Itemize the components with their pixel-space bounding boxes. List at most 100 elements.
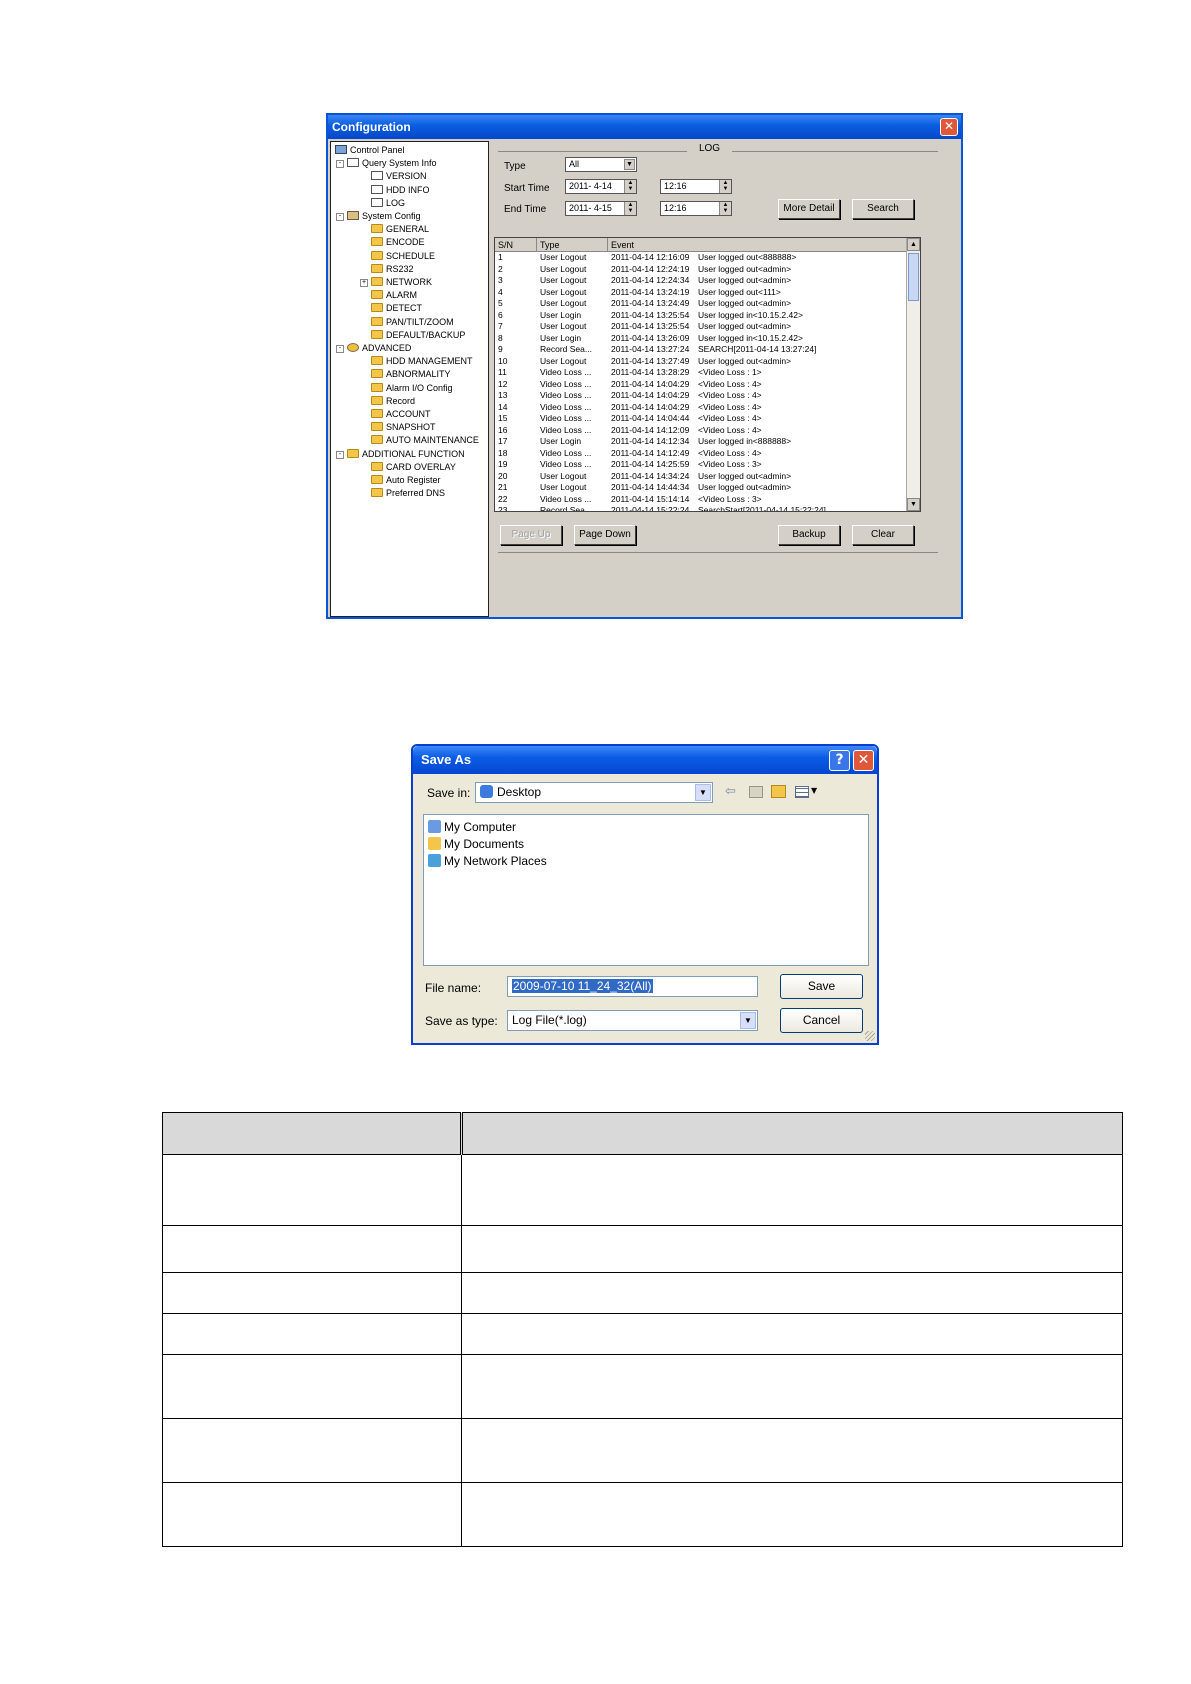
table-row[interactable]: 4 User Logout 2011-04-14 13:24:19 User logg… (495, 287, 907, 299)
tree-item-auto-register[interactable]: Auto Register (371, 474, 441, 487)
close-icon[interactable]: ✕ (853, 750, 874, 771)
tree-item-auto-maintenance[interactable]: AUTO MAINTENANCE (371, 434, 479, 447)
views-chevron-icon[interactable]: ▼ (811, 786, 817, 795)
save-as-title-bar[interactable]: Save As ? ✕ (413, 746, 877, 774)
column-header-type[interactable]: Type (537, 238, 608, 252)
start-time-field[interactable]: 12:16 ▲ ▼ (660, 179, 732, 194)
table-row[interactable]: 17 User Login 2011-04-14 14:12:34 User logg… (495, 436, 907, 448)
tree-item-alarm[interactable]: ALARM (371, 289, 417, 302)
tree-item-schedule[interactable]: SCHEDULE (371, 250, 435, 263)
table-row[interactable]: 2 User Logout 2011-04-14 12:24:19 User logg… (495, 264, 907, 276)
table-row[interactable]: 16 Video Loss ... 2011-04-14 14:12:09 <Vide… (495, 425, 907, 437)
table-row[interactable]: 12 Video Loss ... 2011-04-14 14:04:29 <Vide… (495, 379, 907, 391)
table-row[interactable]: 13 Video Loss ... 2011-04-14 14:04:29 <Vide… (495, 390, 907, 402)
tree-item-pan-tilt-zoom[interactable]: PAN/TILT/ZOOM (371, 316, 454, 329)
table-row[interactable]: 20 User Logout 2011-04-14 14:34:24 User log… (495, 471, 907, 483)
table-row[interactable]: 23 Record Sea... 2011-04-14 15:22:24 Search… (495, 505, 907, 511)
tree-item-general[interactable]: GENERAL (371, 223, 429, 236)
table-row[interactable]: 6 User Login 2011-04-14 13:25:54 User logge… (495, 310, 907, 322)
spinner-icon[interactable]: ▲ ▼ (719, 180, 731, 193)
tree-item-detect[interactable]: DETECT (371, 302, 422, 315)
tree-item-version[interactable]: VERSION (371, 170, 427, 183)
tree-item-advanced[interactable]: ADVANCED (347, 342, 411, 355)
table-row[interactable]: 7 User Logout 2011-04-14 13:25:54 User logg… (495, 321, 907, 333)
save-button[interactable]: Save (780, 974, 863, 999)
table-row[interactable]: 9 Record Sea... 2011-04-14 13:27:24 SEARCH[… (495, 344, 907, 356)
spinner-icon[interactable]: ▲ ▼ (624, 202, 636, 215)
column-header-sn[interactable]: S/N (495, 238, 537, 252)
tree-item-hdd-management[interactable]: HDD MANAGEMENT (371, 355, 473, 368)
table-row[interactable]: 5 User Logout 2011-04-14 13:24:49 User logg… (495, 298, 907, 310)
collapse-icon[interactable]: - (336, 213, 344, 221)
chevron-down-icon[interactable]: ▼ (695, 784, 711, 801)
list-item[interactable]: My Documents (428, 836, 524, 853)
search-button[interactable]: Search (852, 199, 914, 219)
views-menu-icon[interactable] (795, 786, 809, 798)
table-row[interactable]: 21 User Logout 2011-04-14 14:44:34 User log… (495, 482, 907, 494)
tree-item-system-config[interactable]: System Config (347, 210, 421, 223)
tree-item-query-system-info[interactable]: Query System Info (347, 157, 437, 170)
scroll-thumb[interactable] (908, 253, 919, 301)
table-row[interactable]: 8 User Login 2011-04-14 13:26:09 User logge… (495, 333, 907, 345)
table-row[interactable]: 19 Video Loss ... 2011-04-14 14:25:59 <Vide… (495, 459, 907, 471)
tree-item-preferred-dns[interactable]: Preferred DNS (371, 487, 445, 500)
collapse-icon[interactable]: - (336, 450, 344, 459)
tree-item-abnormality[interactable]: ABNORMALITY (371, 368, 451, 381)
start-date-field[interactable]: 2011- 4-14 ▲ ▼ (565, 179, 637, 194)
save-type-select[interactable]: Log File(*.log) ▼ (507, 1010, 758, 1031)
collapse-icon[interactable]: - (336, 160, 344, 169)
scroll-up-icon[interactable]: ▲ (907, 238, 920, 251)
table-row[interactable]: 11 Video Loss ... 2011-04-14 13:28:29 <Vide… (495, 367, 907, 379)
scroll-down-icon[interactable]: ▼ (907, 498, 920, 511)
list-item[interactable]: My Computer (428, 819, 516, 836)
file-name-input[interactable]: 2009-07-10 11_24_32(All) (507, 976, 758, 997)
resize-grip-icon[interactable] (865, 1031, 875, 1041)
clear-button[interactable]: Clear (852, 525, 914, 545)
backup-button[interactable]: Backup (778, 525, 840, 545)
table-row[interactable]: 18 Video Loss ... 2011-04-14 14:12:49 <Vide… (495, 448, 907, 460)
tree-item-rs232[interactable]: RS232 (371, 263, 414, 276)
chevron-down-icon[interactable]: ▼ (624, 159, 635, 170)
chevron-down-icon[interactable]: ▼ (740, 1012, 756, 1029)
table-row[interactable]: 14 Video Loss ... 2011-04-14 14:04:29 <Vide… (495, 402, 907, 414)
end-date-field[interactable]: 2011- 4-15 ▲ ▼ (565, 201, 637, 216)
spinner-icon[interactable]: ▲ ▼ (719, 202, 731, 215)
close-icon[interactable]: ✕ (940, 118, 958, 136)
tree-item-record[interactable]: Record (371, 395, 415, 408)
table-row[interactable]: 15 Video Loss ... 2011-04-14 14:04:44 <Vide… (495, 413, 907, 425)
configuration-title-bar[interactable]: Configuration ✕ (328, 115, 961, 139)
back-icon[interactable]: ⇦ (725, 784, 736, 799)
tree-item-additional-function[interactable]: ADDITIONAL FUNCTION (347, 448, 465, 461)
tree-item-hdd-info[interactable]: HDD INFO (371, 184, 430, 197)
vertical-scrollbar[interactable]: ▲ ▼ (906, 238, 920, 511)
table-row[interactable]: 10 User Logout 2011-04-14 13:27:49 User log… (495, 356, 907, 368)
page-up-button[interactable]: Page Up (500, 525, 562, 545)
up-folder-icon[interactable] (749, 786, 763, 798)
folder-icon (371, 409, 383, 418)
more-detail-button[interactable]: More Detail (778, 199, 840, 219)
tree-item-log[interactable]: LOG (371, 197, 405, 210)
end-time-field[interactable]: 12:16 ▲ ▼ (660, 201, 732, 216)
help-icon[interactable]: ? (829, 750, 850, 771)
collapse-icon[interactable]: - (336, 345, 344, 353)
tree-item-control-panel[interactable]: Control Panel (335, 144, 405, 157)
tree-item-default-backup[interactable]: DEFAULT/BACKUP (371, 329, 465, 342)
new-folder-icon[interactable] (771, 785, 786, 798)
type-select[interactable]: All ▼ (565, 157, 637, 172)
tree-item-account[interactable]: ACCOUNT (371, 408, 431, 421)
tree-item-snapshot[interactable]: SNAPSHOT (371, 421, 436, 434)
table-row[interactable]: 1 User Logout 2011-04-14 12:16:09 User logg… (495, 252, 907, 264)
page-down-button[interactable]: Page Down (574, 525, 636, 545)
expand-icon[interactable]: + (360, 279, 368, 287)
tree-item-network[interactable]: NETWORK (371, 276, 432, 289)
table-row[interactable]: 22 Video Loss ... 2011-04-14 15:14:14 <Vide… (495, 494, 907, 506)
tree-item-card-overlay[interactable]: CARD OVERLAY (371, 461, 456, 474)
tree-item-alarm-i-o-config[interactable]: Alarm I/O Config (371, 382, 453, 395)
spinner-icon[interactable]: ▲ ▼ (624, 180, 636, 193)
tree-item-encode[interactable]: ENCODE (371, 236, 425, 249)
table-row[interactable]: 3 User Logout 2011-04-14 12:24:34 User logg… (495, 275, 907, 287)
list-item[interactable]: My Network Places (428, 853, 547, 870)
column-header-event[interactable]: Event (608, 238, 907, 252)
save-in-select[interactable]: Desktop ▼ (475, 782, 713, 803)
cancel-button[interactable]: Cancel (780, 1008, 863, 1033)
